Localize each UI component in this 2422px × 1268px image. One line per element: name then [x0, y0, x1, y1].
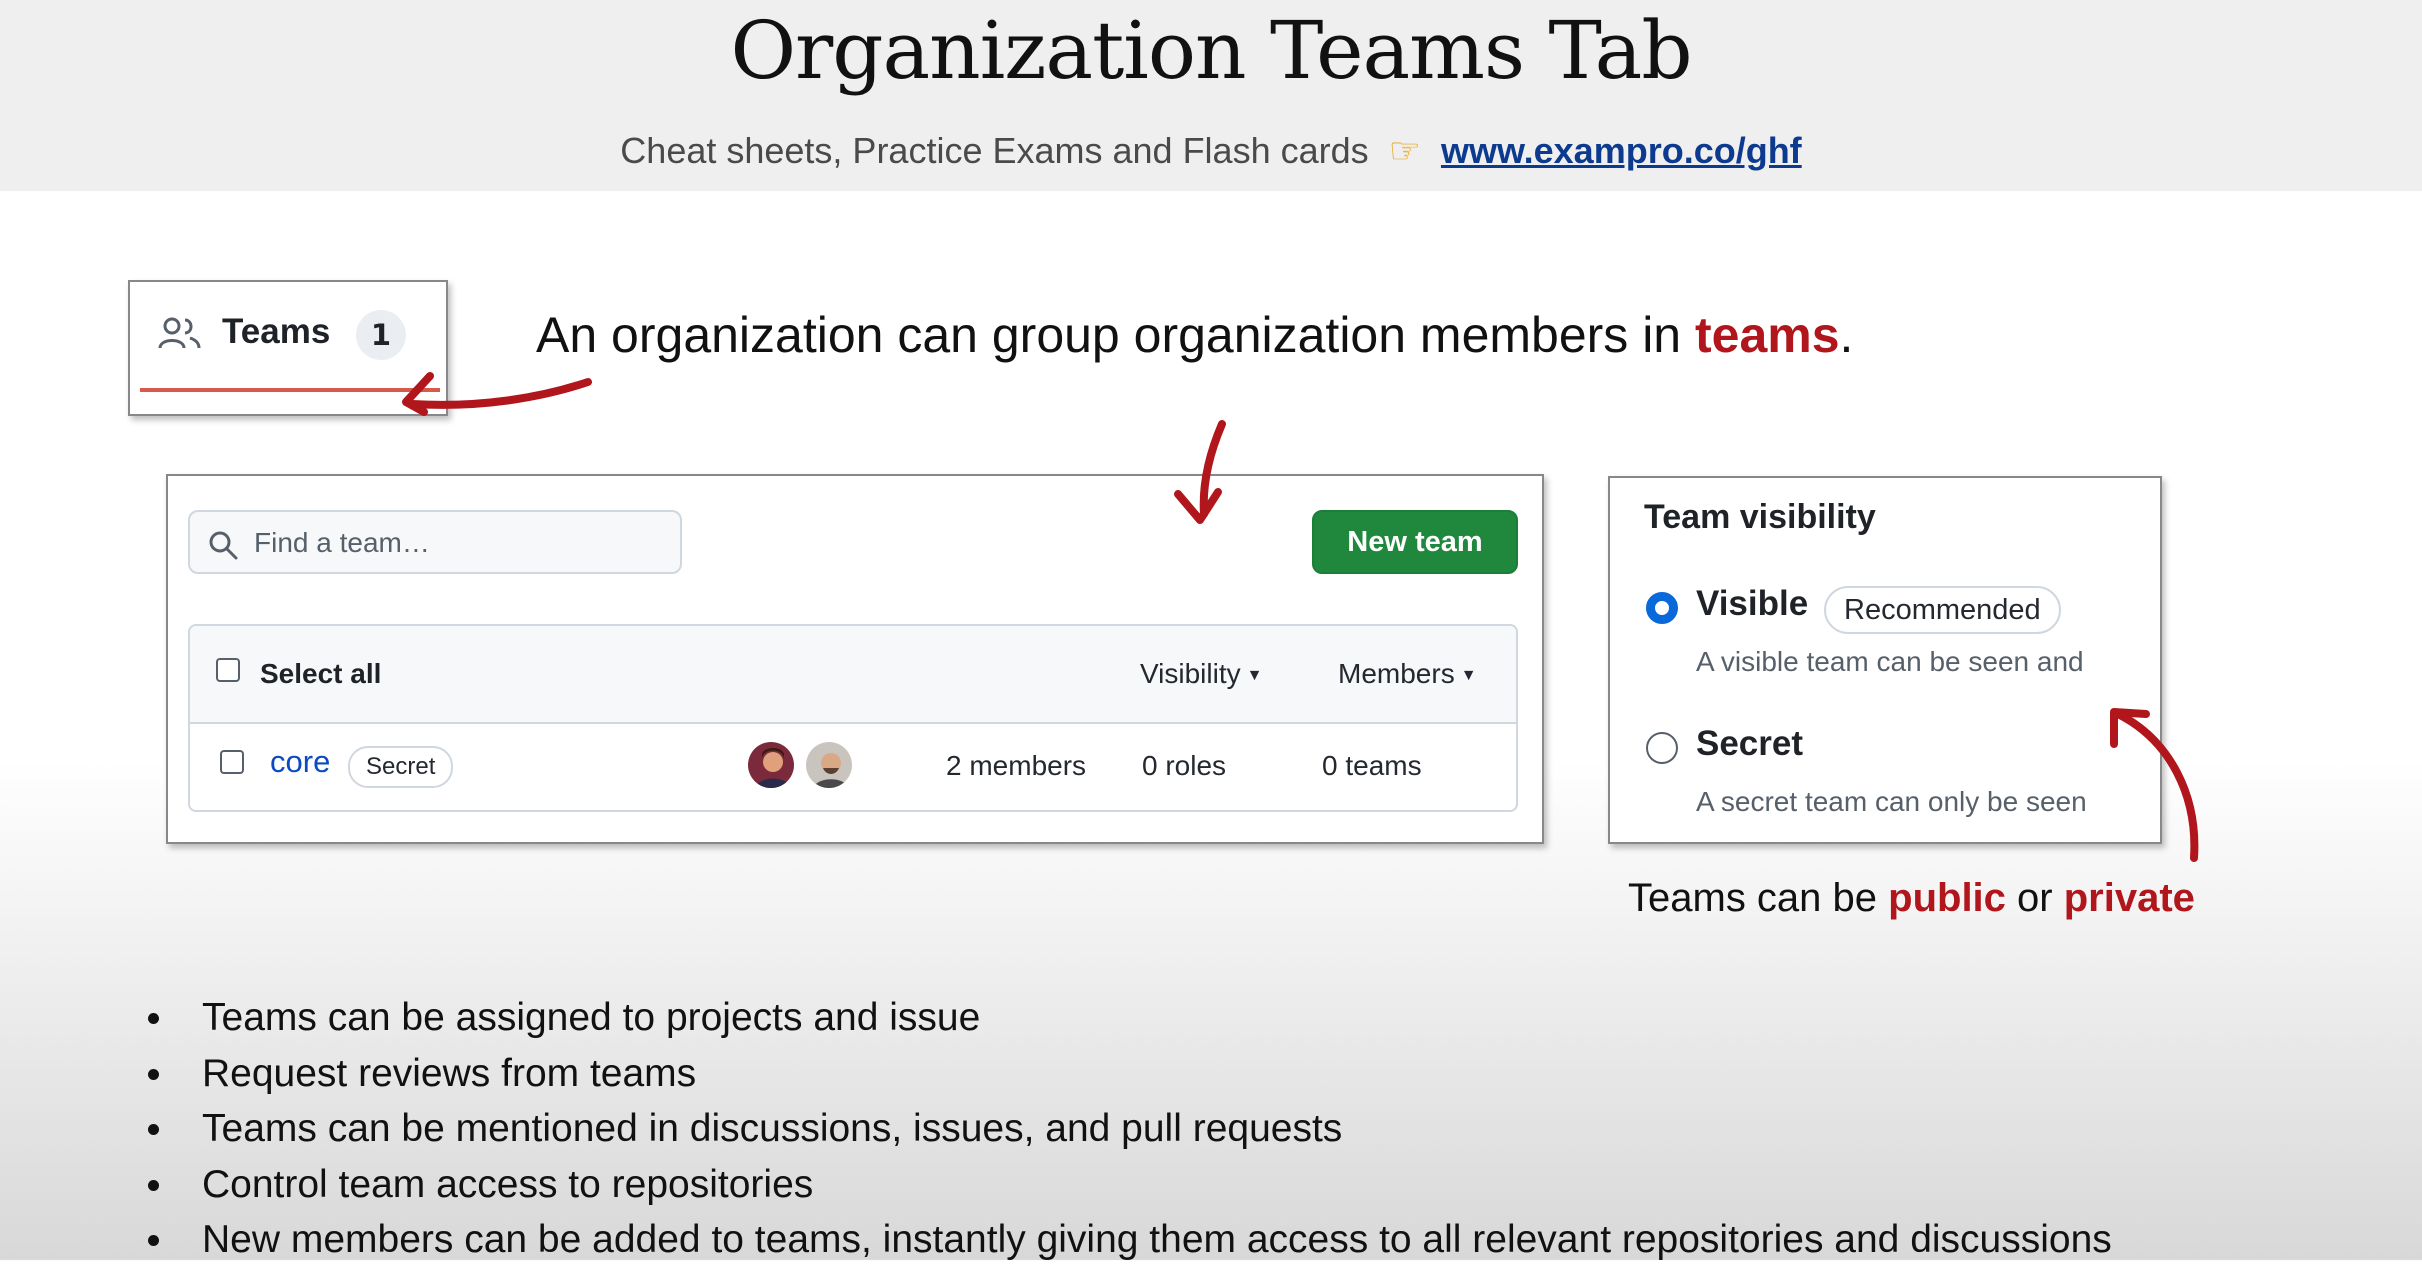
secret-radio[interactable] [1646, 732, 1678, 764]
members-filter-label: Members [1338, 658, 1455, 689]
caption-private: private [2063, 876, 2195, 920]
team-search-box[interactable] [188, 510, 682, 574]
avatar-image [806, 742, 852, 788]
list-item: Control team access to repositories [140, 1157, 2112, 1213]
teams-count[interactable]: 0 teams [1322, 750, 1422, 782]
roles-count[interactable]: 0 roles [1142, 750, 1226, 782]
teams-table: Select all Visibility ▼ Members ▼ core Sec… [188, 624, 1518, 812]
avatar-image [748, 742, 794, 788]
visibility-title: Team visibility [1644, 498, 1876, 536]
members-count[interactable]: 2 members [946, 750, 1086, 782]
visibility-caption: Teams can be public or private [1628, 876, 2195, 921]
exampro-link[interactable]: www.exampro.co/ghf [1441, 130, 1802, 171]
table-row: core Secret 2 members 0 roles 0 teams [190, 724, 1516, 810]
headline-accent: teams [1695, 307, 1840, 363]
recommended-badge: Recommended [1824, 586, 2061, 634]
row-checkbox[interactable] [220, 750, 244, 774]
secret-badge: Secret [348, 746, 454, 788]
visible-label[interactable]: Visible [1696, 584, 1808, 624]
active-tab-underline [140, 388, 440, 392]
search-icon [209, 531, 238, 560]
teams-tab-label: Teams [222, 312, 331, 351]
headline-text: An organization can group organization m… [536, 307, 1696, 363]
teams-tab[interactable]: Teams 1 [128, 280, 448, 416]
headline: An organization can group organization m… [536, 306, 1853, 364]
select-all-checkbox[interactable] [216, 658, 240, 682]
caption-or: or [2005, 876, 2064, 920]
feature-bullet-list: Teams can be assigned to projects and is… [140, 990, 2112, 1268]
team-name-link[interactable]: core [270, 744, 330, 780]
list-item: Teams can be assigned to projects and is… [140, 990, 2112, 1046]
caption-public: public [1888, 876, 2006, 920]
visible-radio[interactable] [1646, 592, 1678, 624]
caption-text: Teams can be [1628, 876, 1889, 920]
secret-label[interactable]: Secret [1696, 724, 1803, 764]
avatar[interactable] [746, 740, 796, 790]
chevron-down-icon: ▼ [1460, 666, 1477, 684]
list-item: New members can be added to teams, insta… [140, 1212, 2112, 1268]
subtitle: Cheat sheets, Practice Exams and Flash c… [0, 130, 2422, 172]
visibility-filter[interactable]: Visibility ▼ [1140, 658, 1262, 690]
table-header: Select all Visibility ▼ Members ▼ [190, 626, 1516, 724]
visibility-filter-label: Visibility [1140, 658, 1241, 689]
team-list-panel: New team Select all Visibility ▼ Members ▼… [166, 474, 1544, 844]
people-icon [158, 317, 201, 349]
pointing-hand-icon: ☞ [1388, 130, 1421, 171]
list-item: Request reviews from teams [140, 1046, 2112, 1102]
new-team-button[interactable]: New team [1312, 510, 1518, 574]
teams-count-badge: 1 [356, 310, 406, 360]
headline-suffix: . [1839, 307, 1854, 363]
select-all-label: Select all [260, 658, 382, 689]
team-visibility-panel: Team visibility Visible Recommended A vi… [1608, 476, 2162, 844]
slide-title: Organization Teams Tab [730, 4, 1692, 97]
secret-description: A secret team can only be seen [1696, 786, 2087, 817]
members-filter[interactable]: Members ▼ [1338, 658, 1477, 690]
subtitle-text: Cheat sheets, Practice Exams and Flash c… [620, 130, 1369, 171]
team-search-input[interactable] [252, 522, 666, 564]
visible-description: A visible team can be seen and [1696, 646, 2084, 677]
list-item: Teams can be mentioned in discussions, i… [140, 1101, 2112, 1157]
chevron-down-icon: ▼ [1246, 666, 1263, 684]
avatar[interactable] [804, 740, 854, 790]
